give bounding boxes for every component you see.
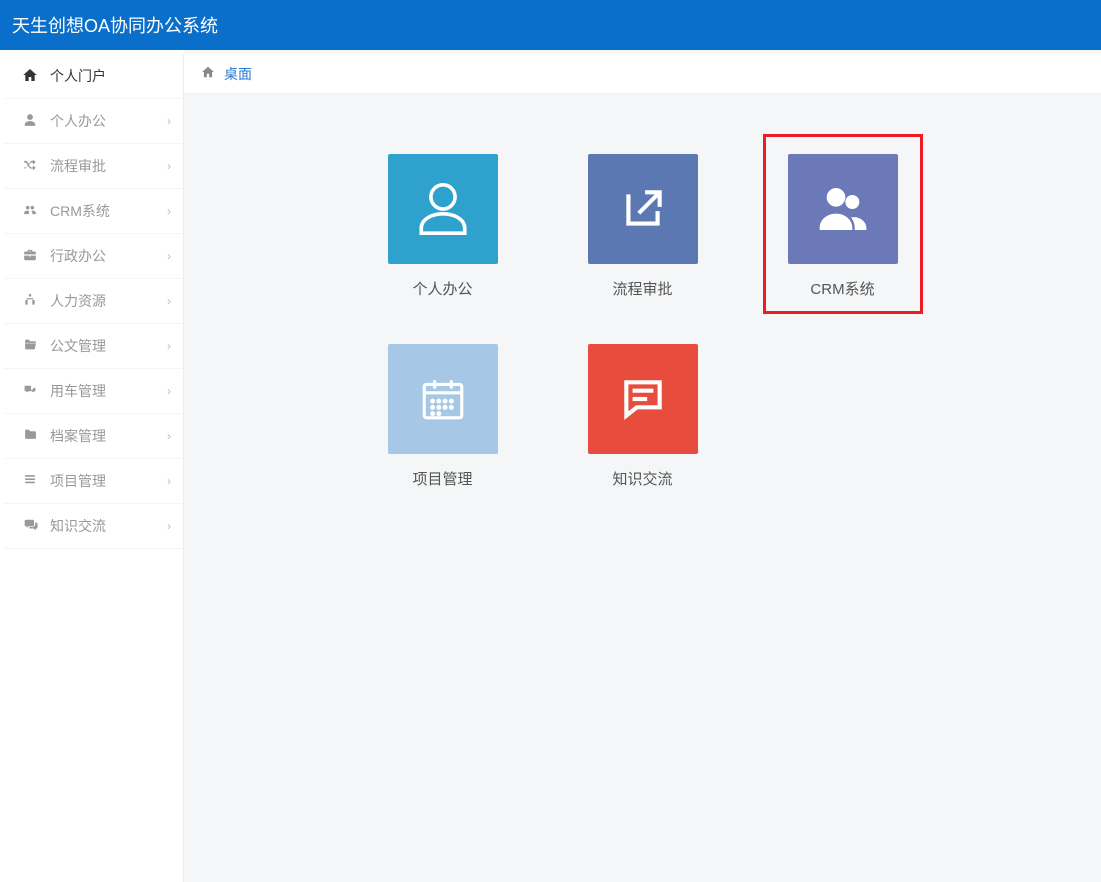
sidebar-item-label: 知识交流 [50,516,106,536]
briefcase-icon [20,248,40,265]
truck-icon [20,383,40,399]
sidebar-item-label: 档案管理 [50,426,106,446]
chevron-right-icon: › [167,429,171,443]
tile-3[interactable]: 项目管理 [343,324,543,514]
sidebar-item-3[interactable]: CRM系统 › [4,189,183,234]
tile-0[interactable]: 个人办公 [343,134,543,324]
sidebar-item-label: 公文管理 [50,336,106,356]
folder2-icon [20,428,40,444]
comments-icon [20,518,40,535]
tile-icon-box [588,344,698,454]
chevron-right-icon: › [167,204,171,218]
main-area: 桌面 个人办公 流程审批 CRM系统项目管理 知识交流 [184,50,1101,882]
list-icon [20,473,40,489]
sidebar-item-label: 用车管理 [50,381,106,401]
chevron-right-icon: › [167,294,171,308]
sidebar: 个人门户个人办公 › 流程审批 › CRM系统 › 行政办公 › 人力资源 › 公文管理 › 用车管理 ›… [4,54,184,882]
tile-icon-box [388,154,498,264]
chevron-right-icon: › [167,384,171,398]
tile-label: CRM系统 [810,278,874,299]
sidebar-item-10[interactable]: 知识交流 › [4,504,183,549]
sidebar-item-5[interactable]: 人力资源 › [4,279,183,324]
sidebar-item-7[interactable]: 用车管理 › [4,369,183,414]
tile-4[interactable]: 知识交流 [543,324,743,514]
home-icon[interactable] [200,65,216,82]
home-icon [20,67,40,86]
tile-icon-box [388,344,498,454]
sidebar-item-label: 项目管理 [50,471,106,491]
sidebar-item-label: 行政办公 [50,246,106,266]
tile-label: 项目管理 [412,468,472,489]
sitemap-icon [20,293,40,310]
sidebar-item-9[interactable]: 项目管理 › [4,459,183,504]
chevron-right-icon: › [167,249,171,263]
dashboard-tiles: 个人办公 流程审批 CRM系统项目管理 知识交流 [343,134,943,514]
tile-label: 知识交流 [612,468,672,489]
app-header: 天生创想OA协同办公系统 [0,0,1101,50]
breadcrumb-item[interactable]: 桌面 [224,64,252,84]
sidebar-item-0[interactable]: 个人门户 [4,54,183,99]
sidebar-item-label: 个人办公 [50,111,106,131]
chevron-right-icon: › [167,474,171,488]
app-title: 天生创想OA协同办公系统 [12,12,218,38]
sidebar-item-label: 流程审批 [50,156,106,176]
tile-label: 流程审批 [612,278,672,299]
tile-icon-box [588,154,698,264]
sidebar-item-8[interactable]: 档案管理 › [4,414,183,459]
sidebar-item-2[interactable]: 流程审批 › [4,144,183,189]
breadcrumb: 桌面 [184,54,1101,94]
sidebar-item-label: CRM系统 [50,201,110,221]
sidebar-item-label: 个人门户 [50,66,106,86]
group-icon [20,203,40,220]
random-icon [20,158,40,175]
user-icon [20,112,40,131]
sidebar-item-label: 人力资源 [50,291,106,311]
tile-icon-box [788,154,898,264]
sidebar-item-1[interactable]: 个人办公 › [4,99,183,144]
chevron-right-icon: › [167,339,171,353]
tile-label: 个人办公 [412,278,472,299]
sidebar-item-4[interactable]: 行政办公 › [4,234,183,279]
tile-1[interactable]: 流程审批 [543,134,743,324]
chevron-right-icon: › [167,114,171,128]
chevron-right-icon: › [167,159,171,173]
sidebar-item-6[interactable]: 公文管理 › [4,324,183,369]
tile-2[interactable]: CRM系统 [743,134,943,324]
chevron-right-icon: › [167,519,171,533]
folder-icon [20,338,40,354]
content: 个人办公 流程审批 CRM系统项目管理 知识交流 [184,94,1101,514]
